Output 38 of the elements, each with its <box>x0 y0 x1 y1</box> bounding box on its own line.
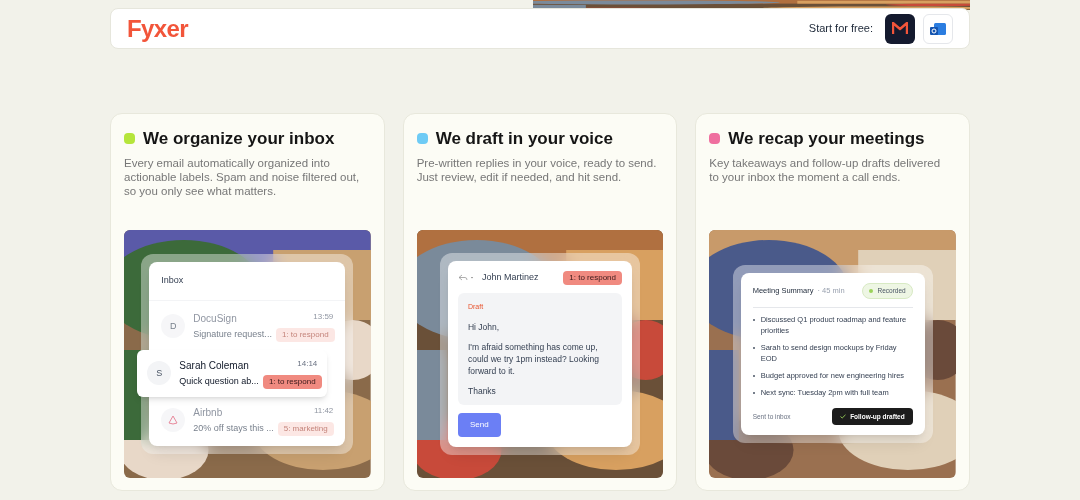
email-row[interactable]: S Sarah Coleman 14:14 Quick question ab... 1: to respond <box>137 349 328 397</box>
reply-icon <box>458 274 476 282</box>
email-row[interactable]: D DocuSign 13:59 Signature request... 1: to respond <box>149 304 346 348</box>
email-preview: 20% off stays this ... <box>193 422 274 435</box>
feature-title: We organize your inbox <box>143 128 335 150</box>
label-tag: 1: to respond <box>262 374 322 389</box>
avatar: D <box>161 314 186 339</box>
mail-app-button[interactable] <box>923 13 953 44</box>
logo[interactable]: Fyxer <box>127 10 189 47</box>
label-tag: 1: to respond <box>275 327 335 342</box>
sender-name: Airbnb <box>193 405 223 420</box>
check-icon <box>840 413 847 419</box>
send-button[interactable]: Send <box>458 413 501 437</box>
email-time: 13:59 <box>313 310 334 323</box>
email-time: 14:14 <box>297 357 318 370</box>
signoff: Thanks <box>468 385 497 397</box>
message-text: I'm afraid something has come up, could we try 1pm instead? Looking forward to it. <box>468 341 600 377</box>
feature-title: We draft in your voice <box>435 128 613 150</box>
sender-name: DocuSign <box>193 311 237 326</box>
avatar: S <box>147 361 172 386</box>
sender-name: Sarah Coleman <box>179 358 249 373</box>
feature-description: Key takeaways and follow-up drafts delivered to your inbox the moment a call ends. <box>709 155 942 184</box>
feature-title: We recap your meetings <box>728 128 925 150</box>
greeting: Hi John, <box>468 321 501 333</box>
envelope-m-icon <box>892 22 908 35</box>
label-tag: 5: marketing <box>277 421 334 436</box>
recipient-name: John Martinez <box>482 271 540 285</box>
mailbox-icon <box>929 20 947 37</box>
panel-title: Inbox <box>149 262 346 301</box>
email-preview: Signature request... <box>193 328 272 341</box>
mail-app-button[interactable] <box>885 13 915 44</box>
cta-text: Start for free: <box>808 21 873 37</box>
feature-description: Pre-written replies in your voice, ready to send. Just review, edit if needed, and hit send. <box>416 155 658 184</box>
feature-description: Every email automatically organized into actionable labels. Spam and noise filtered out, so you only see what matters. <box>124 155 361 198</box>
email-row[interactable]: Airbnb 11:42 20% off stays this ... 5: marketing <box>149 398 346 442</box>
email-time: 11:42 <box>313 404 334 417</box>
label-tag: 1: to respond <box>563 271 622 285</box>
email-preview: Quick question ab... <box>179 375 259 388</box>
